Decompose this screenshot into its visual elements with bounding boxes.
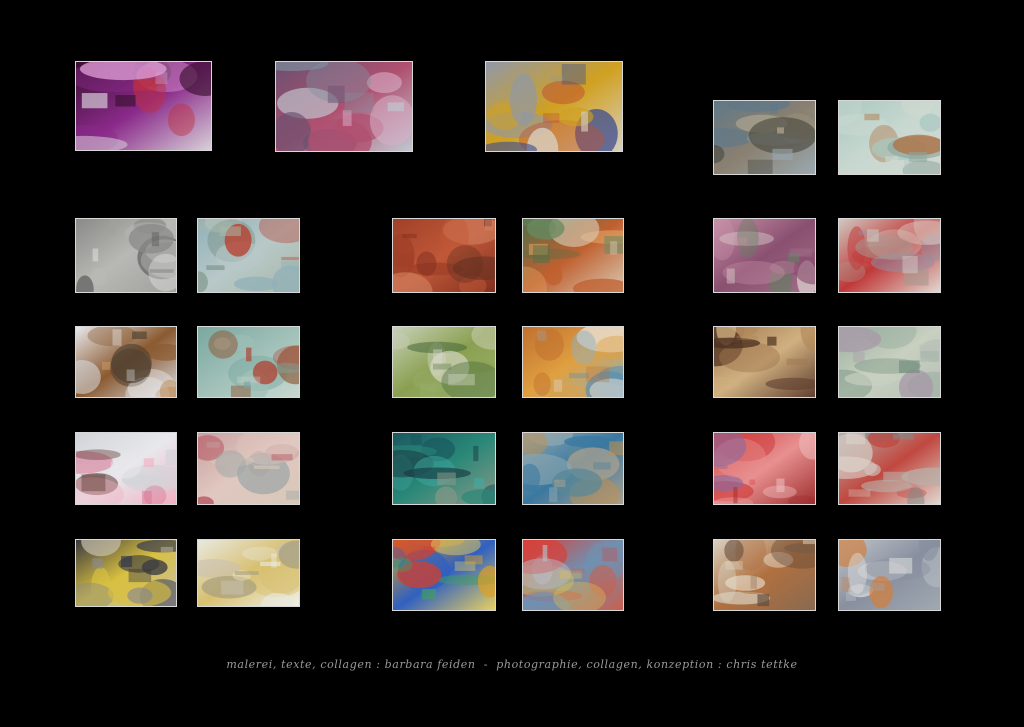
painting-red-figure[interactable] [838,218,941,293]
photo-corridor-image [76,219,176,292]
photo-rusty-door-image [393,219,495,292]
painting-red-figure-image [839,219,940,292]
photo-weeping-willow-image [393,327,495,397]
painting-red-triangle-image [839,433,940,504]
photo-alarm-clocks-image [714,540,815,610]
painting-red-blue-bands[interactable] [522,539,624,611]
painting-pink-fern[interactable] [713,218,816,293]
photo-old-books-image [714,327,815,397]
painting-yellow-horizon-image [198,540,299,606]
photo-candles[interactable] [713,432,816,505]
painting-pink-fern-image [714,219,815,292]
photo-corridor[interactable] [75,218,177,293]
photo-cherry-blossom[interactable] [75,432,177,505]
painting-grey-collage-image [839,540,940,610]
painting-pink-strokes[interactable] [197,432,300,505]
painting-orange-field[interactable] [522,218,624,293]
painting-teal-branches[interactable] [197,326,300,398]
painting-red-triangle[interactable] [838,432,941,505]
painting-teal-red-stripe-image [198,219,299,292]
photo-purple-vases[interactable] [75,61,212,151]
photo-snowy-boat-image [76,327,176,397]
painting-red-blue-bands-image [523,540,623,610]
photo-rusty-door[interactable] [392,218,496,293]
photo-old-books[interactable] [713,326,816,398]
painting-pale-pattern-image [839,101,940,174]
painting-blue-wave[interactable] [522,326,624,398]
painting-teal-red-stripe[interactable] [197,218,300,293]
painting-grey-collage[interactable] [838,539,941,611]
painting-blue-figure-image [523,433,623,504]
photo-fish-crates-image [393,540,495,610]
photo-green-sea-image [393,433,495,504]
photo-snowy-boat[interactable] [75,326,177,398]
collage-vases[interactable] [275,61,413,152]
photo-tidal-mudflat[interactable] [713,100,816,175]
photo-yellow-staircase-image [76,540,176,606]
photo-cherry-blossom-image [76,433,176,504]
painting-vertical-stripes[interactable] [838,326,941,398]
painting-orange-field-image [523,219,623,292]
painting-blue-yellow[interactable] [485,61,623,152]
painting-yellow-horizon[interactable] [197,539,300,607]
painting-blue-wave-image [523,327,623,397]
photo-weeping-willow[interactable] [392,326,496,398]
photo-fish-crates[interactable] [392,539,496,611]
painting-blue-yellow-image [486,62,622,151]
collage-vases-image [276,62,412,151]
photo-purple-vases-image [76,62,211,150]
painting-vertical-stripes-image [839,327,940,397]
painting-pale-pattern[interactable] [838,100,941,175]
photo-candles-image [714,433,815,504]
painting-blue-figure[interactable] [522,432,624,505]
photo-green-sea[interactable] [392,432,496,505]
painting-pink-strokes-image [198,433,299,504]
photo-tidal-mudflat-image [714,101,815,174]
photo-alarm-clocks[interactable] [713,539,816,611]
photo-yellow-staircase[interactable] [75,539,177,607]
credits-caption: malerei, texte, collagen : barbara feide… [226,658,798,671]
painting-teal-branches-image [198,327,299,397]
